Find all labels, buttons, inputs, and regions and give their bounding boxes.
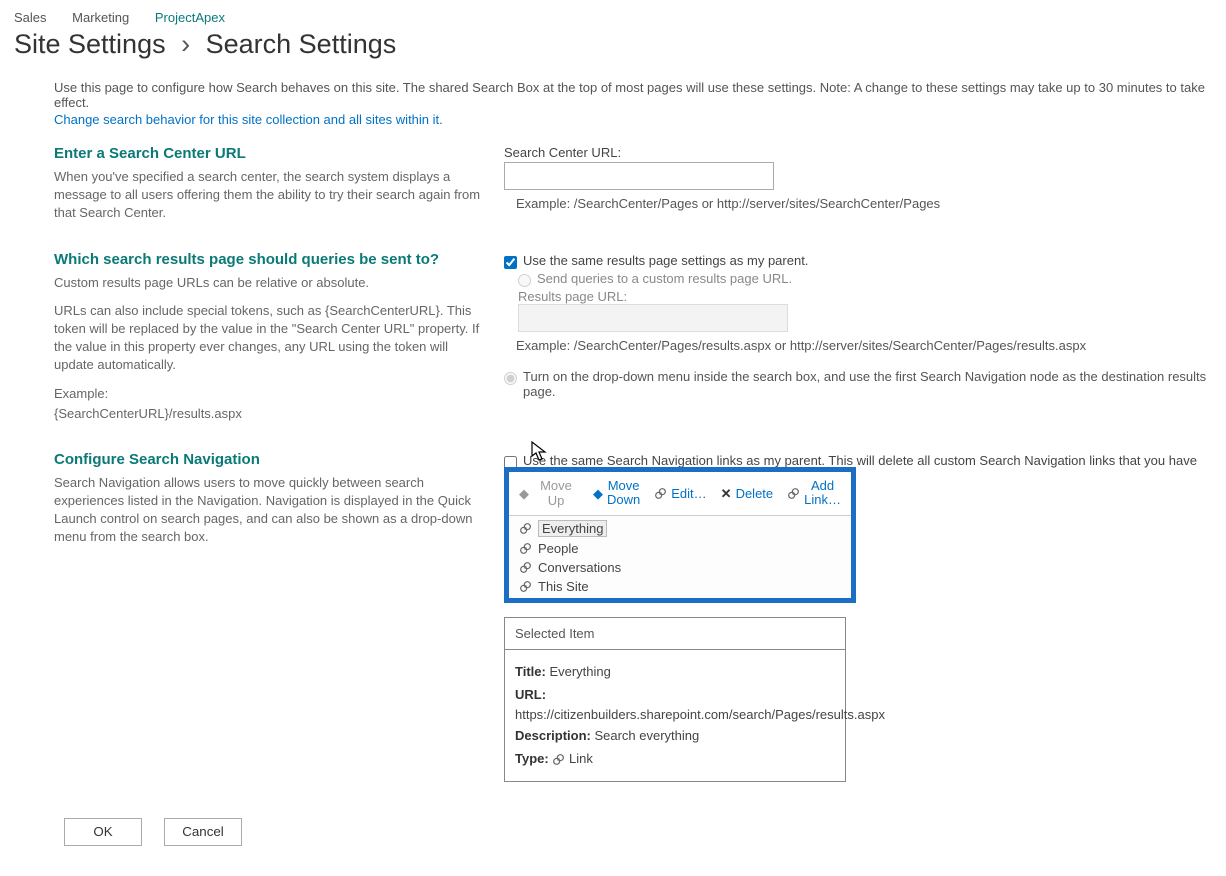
title-part-2: Search Settings — [206, 29, 397, 59]
selected-type-key: Type: — [515, 751, 549, 766]
nav-toolbar: ◆ Move Up ◆ MoveDown Edit… ✕ Delete — [509, 472, 851, 516]
link-icon — [787, 487, 800, 500]
intro-text: Use this page to configure how Search be… — [54, 80, 1212, 110]
link-icon — [552, 753, 565, 766]
nav-item-conversations[interactable]: Conversations — [509, 558, 851, 577]
section-heading-search-nav: Configure Search Navigation — [54, 451, 484, 468]
nav-item-people[interactable]: People — [509, 539, 851, 558]
section-heading-search-center: Enter a Search Center URL — [54, 145, 484, 162]
selected-url-val: https://citizenbuilders.sharepoint.com/s… — [515, 707, 835, 724]
results-desc-4: {SearchCenterURL}/results.aspx — [54, 405, 484, 423]
change-search-behavior-link[interactable]: Change search behavior for this site col… — [54, 112, 443, 127]
custom-results-radio[interactable] — [518, 274, 531, 287]
cancel-button[interactable]: Cancel — [164, 818, 242, 846]
section-desc-search-center: When you've specified a search center, t… — [54, 168, 484, 223]
selected-title-key: Title: — [515, 664, 546, 679]
move-up-button[interactable]: ◆ Move Up — [515, 476, 583, 511]
selected-type-val: Link — [569, 751, 593, 766]
search-center-url-label: Search Center URL: — [504, 145, 1212, 160]
use-parent-results-label: Use the same results page settings as my… — [523, 253, 808, 268]
edit-button[interactable]: Edit… — [650, 484, 710, 504]
custom-results-label: Send queries to a custom results page UR… — [537, 271, 792, 286]
nav-item-label: People — [538, 541, 578, 556]
results-page-url-label: Results page URL: — [518, 289, 1212, 304]
selected-item-heading: Selected Item — [505, 618, 845, 650]
breadcrumb-sales[interactable]: Sales — [14, 10, 47, 25]
search-center-url-input[interactable] — [504, 162, 774, 190]
nav-item-this-site[interactable]: This Site — [509, 577, 851, 596]
chevron-right-icon: › — [181, 29, 190, 59]
link-icon — [654, 487, 667, 500]
search-nav-desc: Search Navigation allows users to move q… — [54, 474, 484, 547]
results-desc-1: Custom results page URLs can be relative… — [54, 274, 484, 292]
selected-title-val: Everything — [549, 664, 610, 679]
search-nav-editor: ◆ Move Up ◆ MoveDown Edit… ✕ Delete — [504, 467, 856, 603]
arrow-up-icon: ◆ — [519, 486, 529, 502]
search-center-url-help: Example: /SearchCenter/Pages or http://s… — [516, 196, 1212, 211]
nav-item-everything[interactable]: Everything — [509, 518, 851, 539]
dropdown-nav-label: Turn on the drop-down menu inside the se… — [523, 369, 1212, 399]
results-desc-2: URLs can also include special tokens, su… — [54, 302, 484, 375]
breadcrumb-projectapex[interactable]: ProjectApex — [155, 10, 225, 25]
nav-item-label: Conversations — [538, 560, 621, 575]
nav-item-label: This Site — [538, 579, 589, 594]
selected-desc-val: Search everything — [594, 728, 699, 743]
results-desc-3: Example: — [54, 385, 484, 403]
page-title: Site Settings › Search Settings — [14, 29, 1212, 60]
dropdown-nav-radio[interactable] — [504, 372, 517, 385]
title-part-1: Site Settings — [14, 29, 166, 59]
section-heading-results-page: Which search results page should queries… — [54, 251, 484, 268]
link-icon — [519, 542, 532, 555]
selected-desc-key: Description: — [515, 728, 591, 743]
results-page-url-input — [518, 304, 788, 332]
nav-list: Everything People Conversations This Sit… — [509, 516, 851, 598]
ok-button[interactable]: OK — [64, 818, 142, 846]
add-link-button[interactable]: AddLink… — [783, 477, 845, 510]
use-parent-results-checkbox[interactable] — [504, 256, 517, 269]
nav-item-label: Everything — [538, 520, 607, 537]
link-icon — [519, 522, 532, 535]
link-icon — [519, 580, 532, 593]
breadcrumb: Sales Marketing ProjectApex — [14, 10, 1212, 25]
move-down-button[interactable]: ◆ MoveDown — [589, 477, 644, 510]
breadcrumb-marketing[interactable]: Marketing — [72, 10, 129, 25]
selected-url-key: URL: — [515, 687, 546, 702]
close-icon: ✕ — [721, 486, 732, 502]
selected-item-panel: Selected Item Title: Everything URL: htt… — [504, 617, 846, 781]
arrow-down-icon: ◆ — [593, 486, 603, 502]
results-page-url-help: Example: /SearchCenter/Pages/results.asp… — [516, 338, 1212, 353]
link-icon — [519, 561, 532, 574]
delete-button[interactable]: ✕ Delete — [717, 484, 777, 504]
